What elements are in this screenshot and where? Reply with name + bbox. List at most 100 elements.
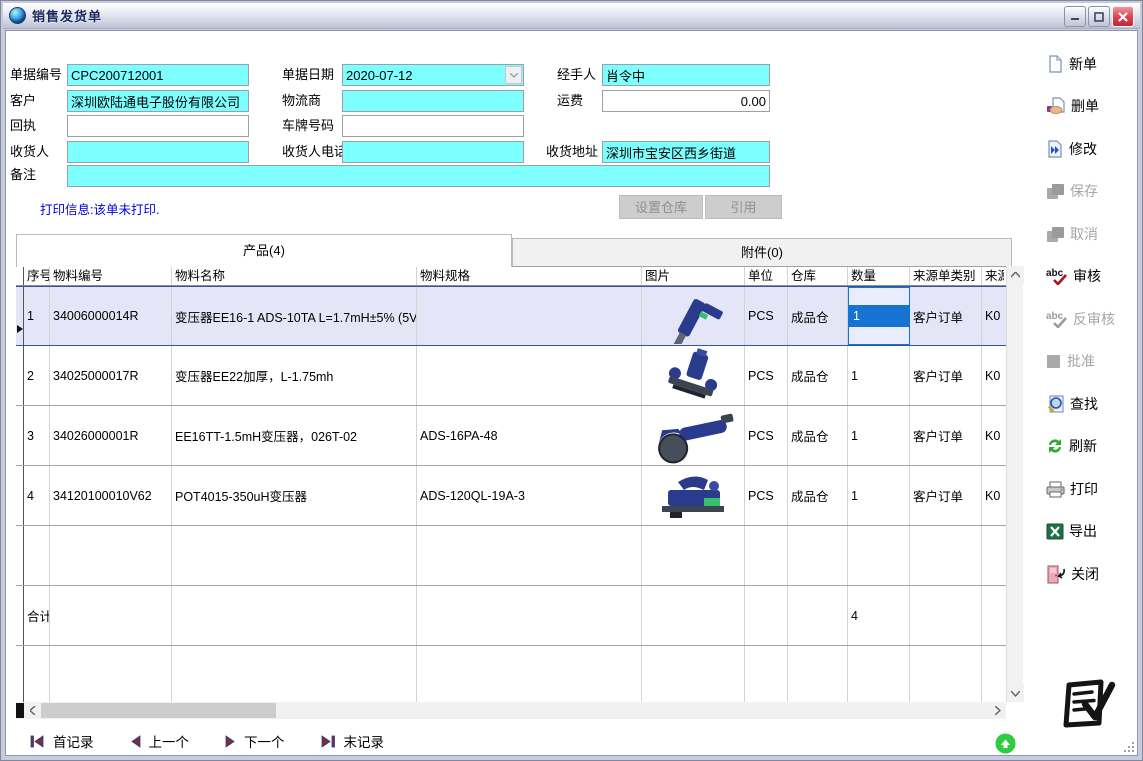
header-source-no: 来源单号 bbox=[982, 267, 1004, 285]
table-total-row: 合计 4 bbox=[16, 586, 1006, 646]
chevron-right-icon bbox=[995, 706, 1001, 715]
plate-no-label: 车牌号码 bbox=[282, 115, 334, 137]
table-row-empty[interactable] bbox=[16, 526, 1006, 586]
header-unit: 单位 bbox=[745, 267, 788, 285]
set-warehouse-button[interactable]: 设置仓库 bbox=[619, 195, 703, 219]
header-source-type: 来源单类别 bbox=[910, 267, 982, 285]
save-button[interactable]: 保存 bbox=[1046, 180, 1098, 202]
logistics-label: 物流商 bbox=[282, 90, 321, 112]
new-doc-icon bbox=[1046, 55, 1064, 73]
table-row[interactable]: 1 34006000014R 变压器EE16-1 ADS-10TA L=1.7m… bbox=[16, 286, 1006, 346]
horizontal-scrollbar[interactable] bbox=[16, 702, 1006, 719]
close-button[interactable] bbox=[1112, 6, 1134, 27]
export-button[interactable]: 导出 bbox=[1046, 520, 1097, 542]
print-info-text: 打印信息:该单未打印. bbox=[40, 199, 159, 218]
receipt-label: 回执 bbox=[10, 115, 36, 137]
header-warehouse: 仓库 bbox=[788, 267, 848, 285]
notepad-check-icon bbox=[1057, 677, 1117, 740]
cancel-button[interactable]: 取消 bbox=[1046, 223, 1098, 245]
table-row-empty bbox=[16, 646, 1006, 702]
resize-grip[interactable] bbox=[1120, 740, 1134, 752]
find-button[interactable]: 查找 bbox=[1046, 393, 1098, 415]
address-field[interactable] bbox=[602, 141, 770, 163]
scrollbar-thumb[interactable] bbox=[41, 703, 276, 718]
table-row[interactable]: 2 34025000017R 变压器EE22加厚，L-1.75mh bbox=[16, 346, 1006, 406]
minimize-icon bbox=[1070, 12, 1080, 21]
chevron-down-icon bbox=[510, 73, 518, 78]
minimize-button[interactable] bbox=[1064, 6, 1086, 27]
previous-record-icon bbox=[130, 735, 141, 748]
product-image-angle-grinder bbox=[642, 406, 745, 465]
delete-doc-icon bbox=[1046, 97, 1066, 115]
find-icon bbox=[1046, 395, 1065, 413]
cancel-icon bbox=[1046, 226, 1065, 243]
scroll-left-button[interactable] bbox=[24, 702, 41, 719]
delete-doc-button[interactable]: 删单 bbox=[1046, 95, 1099, 117]
first-record-icon bbox=[30, 735, 45, 748]
close-form-button[interactable]: 关闭 bbox=[1046, 563, 1099, 585]
approve-button[interactable]: 批准 bbox=[1046, 350, 1095, 372]
unaudit-icon: abc bbox=[1046, 310, 1068, 328]
refresh-button[interactable]: 刷新 bbox=[1046, 435, 1097, 457]
consignee-tel-label: 收货人电话 bbox=[282, 141, 347, 163]
consignee-label: 收货人 bbox=[10, 141, 49, 163]
new-doc-button[interactable]: 新单 bbox=[1046, 53, 1097, 75]
table-header-row: 序号 物料编号 物料名称 物料规格 图片 单位 仓库 数量 来源单类别 来源单号 bbox=[16, 266, 1006, 286]
address-label: 收货地址 bbox=[546, 141, 598, 163]
customer-field[interactable] bbox=[67, 90, 249, 112]
table-row[interactable]: 4 34120100010V62 POT4015-350uH变压器 ADS-12… bbox=[16, 466, 1006, 526]
plate-no-field[interactable] bbox=[342, 115, 524, 137]
record-navigation: 首记录 上一个 下一个 末记录 bbox=[30, 731, 384, 751]
consignee-tel-field[interactable] bbox=[342, 141, 524, 163]
table-row[interactable]: 3 34026000001R EE16TT-1.5mH变压器，026T-02 A… bbox=[16, 406, 1006, 466]
status-green-icon bbox=[995, 733, 1016, 759]
header-image: 图片 bbox=[642, 267, 745, 285]
approve-icon bbox=[1046, 353, 1062, 369]
close-icon bbox=[1118, 12, 1128, 22]
print-button[interactable]: 打印 bbox=[1046, 478, 1098, 500]
next-record-button[interactable]: 下一个 bbox=[225, 731, 285, 751]
total-label: 合计 bbox=[24, 586, 50, 645]
product-image-planer bbox=[642, 466, 745, 525]
receipt-field[interactable] bbox=[67, 115, 249, 137]
header-code: 物料编号 bbox=[50, 267, 172, 285]
scroll-right-button[interactable] bbox=[989, 702, 1006, 719]
edit-doc-button[interactable]: 修改 bbox=[1046, 138, 1097, 160]
tab-attachments[interactable]: 附件(0) bbox=[512, 238, 1012, 267]
edit-doc-icon bbox=[1046, 140, 1064, 158]
next-record-icon bbox=[225, 735, 236, 748]
handler-label: 经手人 bbox=[557, 64, 596, 86]
reference-button[interactable]: 引用 bbox=[705, 195, 782, 219]
scroll-up-button[interactable] bbox=[1007, 266, 1024, 283]
handler-field[interactable] bbox=[602, 64, 770, 86]
refresh-icon bbox=[1046, 437, 1064, 455]
qty-cell-selected[interactable]: 1 bbox=[848, 287, 910, 345]
chevron-left-icon bbox=[30, 706, 36, 715]
doc-no-field[interactable] bbox=[67, 64, 249, 86]
header-spec: 物料规格 bbox=[417, 267, 642, 285]
save-icon bbox=[1046, 183, 1065, 200]
tab-products[interactable]: 产品(4) bbox=[16, 234, 512, 267]
remark-field[interactable] bbox=[67, 165, 770, 187]
consignee-field[interactable] bbox=[67, 141, 249, 163]
total-qty: 4 bbox=[848, 586, 910, 645]
doc-date-field[interactable] bbox=[342, 64, 524, 86]
freight-field[interactable] bbox=[602, 90, 770, 112]
vertical-scrollbar[interactable] bbox=[1006, 266, 1023, 702]
product-image-router bbox=[642, 346, 745, 405]
logistics-field[interactable] bbox=[342, 90, 524, 112]
unaudit-button[interactable]: abc 反审核 bbox=[1046, 308, 1115, 330]
header-qty: 数量 bbox=[848, 267, 910, 285]
first-record-button[interactable]: 首记录 bbox=[30, 731, 94, 751]
last-record-icon bbox=[321, 735, 336, 748]
doc-date-dropdown-button[interactable] bbox=[505, 66, 522, 84]
last-record-button[interactable]: 末记录 bbox=[321, 731, 385, 751]
previous-record-button[interactable]: 上一个 bbox=[130, 731, 190, 751]
doc-no-label: 单据编号 bbox=[10, 64, 62, 86]
maximize-button[interactable] bbox=[1088, 6, 1110, 27]
audit-button[interactable]: abc 审核 bbox=[1046, 265, 1101, 287]
scroll-down-button[interactable] bbox=[1007, 685, 1024, 702]
maximize-icon bbox=[1094, 12, 1104, 22]
chevron-down-icon bbox=[1011, 691, 1020, 697]
form-content: 单据编号 单据日期 经手人 客户 物流商 运费 回执 车牌号码 收货人 收货人电… bbox=[5, 30, 1138, 756]
